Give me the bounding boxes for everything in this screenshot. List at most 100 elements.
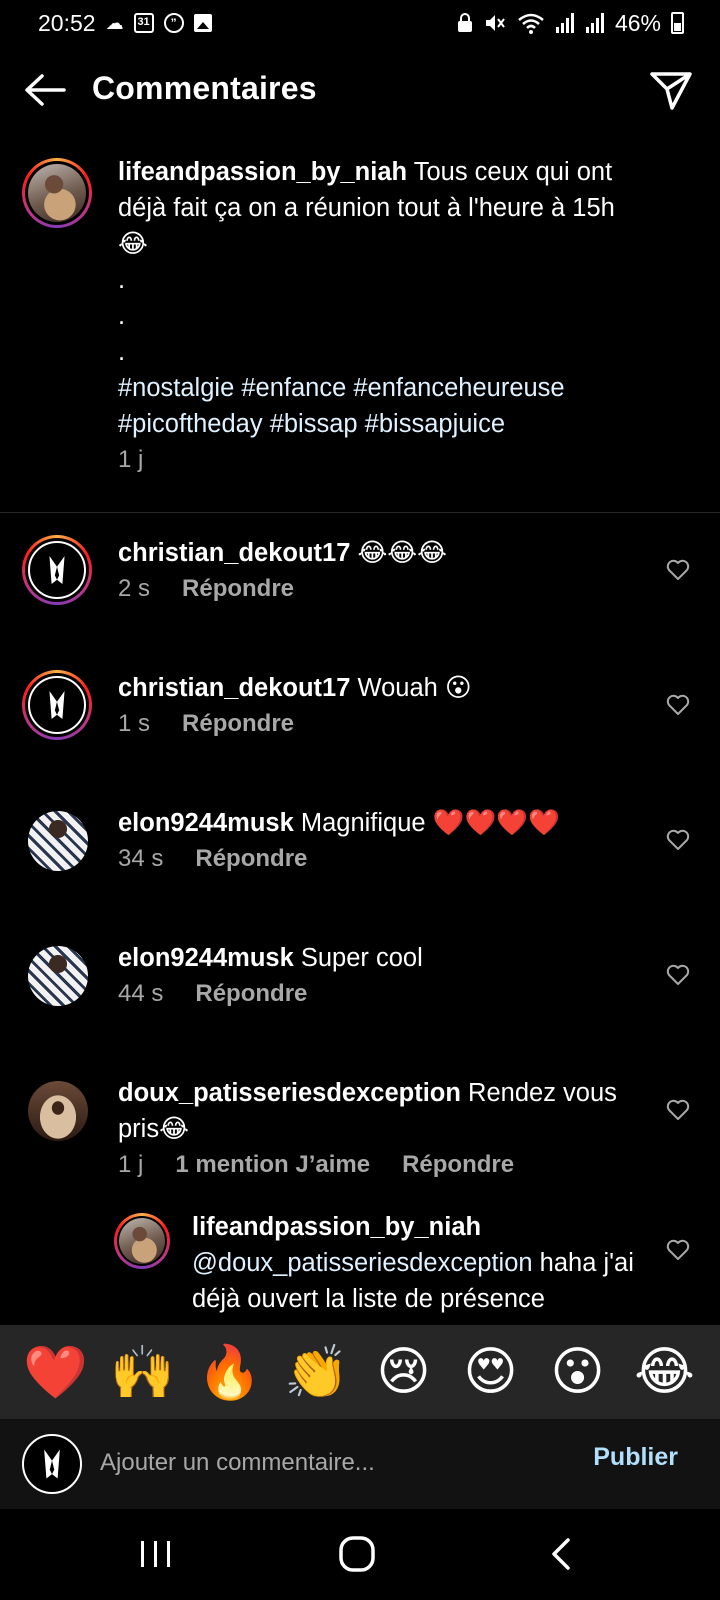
status-right: 46% [457,10,684,37]
battery-percent: 46% [614,9,661,36]
send-icon[interactable] [648,68,694,112]
comment-avatar[interactable] [28,946,88,1006]
emoji-fire[interactable]: 🔥 [197,1342,263,1403]
caption-dot: . [118,338,126,366]
avatar-image [28,164,86,222]
emoji-heart-eyes[interactable]: 😍 [458,1342,524,1402]
status-bar: 20:52 ☁ 31 ” 46% [0,0,720,46]
avatar-image [28,676,86,734]
comment-time: 44 s [118,980,164,1007]
comment-username[interactable]: doux_patisseriesdexception [118,1079,461,1107]
reply-button[interactable]: Répondre [195,980,307,1008]
like-heart-icon[interactable] [666,694,690,716]
caption-dot: . [118,266,126,294]
wifi-icon [518,13,544,34]
like-heart-icon[interactable] [666,829,690,851]
comment-body [350,539,357,567]
comment-text: christian_dekout17 😂😂😂 [118,535,648,571]
caption-emoji: 😂 [118,229,148,259]
comment-meta: 44 s Répondre [118,980,307,1008]
emoji-laughing[interactable]: 😂 [632,1342,698,1402]
comment-text: christian_dekout17 Wouah 😮 [118,670,648,706]
lock-icon [457,13,472,32]
comment-body: Wouah [350,674,445,702]
comment-username[interactable]: christian_dekout17 [118,674,350,702]
like-heart-icon[interactable] [666,559,690,581]
signal-icon [555,13,574,33]
comment-body: Magnifique [293,809,433,837]
caption-username[interactable]: lifeandpassion_by_niah [118,158,407,186]
like-heart-icon[interactable] [666,1099,690,1121]
caption-meta: 1 j [118,446,143,474]
reply-button[interactable]: Répondre [195,845,307,873]
comment-username[interactable]: elon9244musk [118,809,294,837]
caption-text: lifeandpassion_by_niah Tous ceux qui ont… [118,154,648,442]
image-icon [193,14,212,32]
comment-emoji: 😂 [159,1114,189,1144]
caption-avatar[interactable] [22,158,92,228]
comment-avatar[interactable] [28,811,88,871]
publish-button[interactable]: Publier [593,1443,678,1472]
comment-time: 34 s [118,845,164,872]
reply-button[interactable]: Répondre [182,575,294,603]
comment-emoji: 😂😂😂 [357,538,447,568]
caption-time: 1 j [118,446,144,473]
comment-input-bar: Publier [0,1419,720,1509]
reply-text: lifeandpassion_by_niah @doux_patisseries… [192,1213,642,1317]
system-nav-bar [0,1509,720,1600]
emoji-clapping[interactable]: 👏 [284,1342,350,1403]
reply-button[interactable]: Répondre [182,710,294,738]
emoji-surprised[interactable]: 😮 [545,1342,611,1402]
back-arrow-icon[interactable] [22,70,68,110]
avatar-image [28,541,86,599]
avatar-image [119,1218,165,1264]
quote-icon: ” [163,13,184,33]
comment-time: 1 s [118,710,151,737]
nav-back-icon[interactable] [548,1537,574,1571]
comment-body: Super cool [293,944,423,972]
comment-emoji: 😮 [444,673,472,703]
comment-meta: 1 j 1 mention J’aime Répondre [118,1151,514,1179]
mute-icon [485,15,505,31]
reply-username[interactable]: lifeandpassion_by_niah [192,1213,481,1241]
comment-time: 1 j [118,1151,144,1178]
comment-text: elon9244musk Magnifique ❤️❤️❤️❤️ [118,805,648,841]
comment-avatar[interactable] [22,535,92,605]
reply-item: lifeandpassion_by_niah @doux_patisseries… [0,1213,720,1325]
comment-text: elon9244musk Super cool [118,940,648,976]
like-heart-icon[interactable] [666,964,690,986]
comment-input[interactable] [100,1443,560,1483]
status-time: 20:52 [38,9,96,36]
battery-icon [671,12,684,34]
divider [0,512,720,513]
calendar-icon: 31 [133,13,154,33]
header: Commentaires [0,60,720,120]
cloud-icon: ☁ [105,12,124,33]
likes-count[interactable]: 1 mention J’aime [175,1151,370,1179]
caption-hashtags[interactable]: #nostalgie #enfance #enfanceheureuse #pi… [118,374,565,438]
emoji-raised-hands[interactable]: 🙌 [110,1342,176,1403]
like-heart-icon[interactable] [666,1239,690,1261]
comment-avatar[interactable] [28,1081,88,1141]
recent-apps-icon[interactable] [136,1539,176,1569]
comment-emoji: ❤️❤️❤️❤️ [432,808,560,838]
comment-avatar[interactable] [22,670,92,740]
signal-icon-2 [585,13,604,33]
quick-emoji-bar: ❤️ 🙌 🔥 👏 😢 😍 😮 😂 [0,1325,720,1419]
emoji-heart[interactable]: ❤️ [23,1342,89,1403]
emoji-crying[interactable]: 😢 [371,1342,437,1402]
user-avatar [22,1434,82,1494]
reply-mention[interactable]: @doux_patisseriesdexception [192,1249,533,1277]
comment-username[interactable]: elon9244musk [118,944,294,972]
home-icon[interactable] [338,1535,376,1573]
reply-button[interactable]: Répondre [402,1151,514,1179]
caption-dot: . [118,302,126,330]
comment-text: doux_patisseriesdexception Rendez vous p… [118,1075,648,1147]
status-left: 20:52 ☁ 31 ” [38,10,212,37]
comment-meta: 1 s Répondre [118,710,294,738]
comment-meta: 2 s Répondre [118,575,294,603]
comment-meta: 34 s Répondre [118,845,307,873]
comment-username[interactable]: christian_dekout17 [118,539,350,567]
reply-avatar[interactable] [114,1213,170,1269]
page-title: Commentaires [92,70,317,106]
